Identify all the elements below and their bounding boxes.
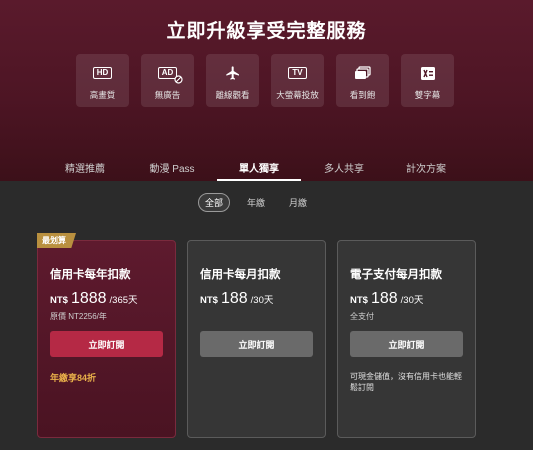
- active-tab-indicator: [217, 179, 301, 181]
- hero-title: 立即升級享受完整服務: [166, 21, 367, 42]
- feature-offline: 離線觀看: [206, 54, 259, 107]
- price-period: /365天: [109, 295, 138, 306]
- plan-description: 可現金儲值，沒有信用卡也能輕鬆訂閱: [350, 372, 462, 392]
- feature-label: 看到飽: [349, 90, 376, 100]
- feature-list: HD 高畫質 AD 無廣告 離線觀看 TV 大螢幕投放 看到飽 雙字幕: [76, 54, 460, 107]
- feature-label: 無廣告: [154, 90, 181, 100]
- tab-single-user[interactable]: 單人獨享: [239, 160, 279, 175]
- filter-monthly[interactable]: 月繳: [289, 193, 307, 212]
- airplane-icon: [225, 66, 239, 80]
- plan-card-yearly-credit: 信用卡每年扣款 NT$ 1888 /365天 原價 NT2256/年 立即訂閱 …: [37, 240, 176, 438]
- price-period: /30天: [250, 295, 274, 306]
- plan-title: 信用卡每年扣款: [50, 269, 131, 281]
- feature-label: 雙字幕: [414, 90, 441, 100]
- plan-price: NT$ 1888 /365天: [50, 290, 138, 308]
- block-icon: [174, 75, 183, 84]
- feature-label: 高畫質: [89, 90, 116, 100]
- price-currency: NT$: [50, 295, 68, 306]
- upgrade-hero: 立即升級享受完整服務 HD 高畫質 AD 無廣告 離線觀看 TV 大螢幕投放 看…: [0, 0, 533, 181]
- price-currency: NT$: [350, 295, 368, 306]
- price-amount: 188: [370, 290, 398, 307]
- feature-hd: HD 高畫質: [76, 54, 129, 107]
- discount-note: 年繳享84折: [50, 373, 97, 383]
- feature-dual-subtitle: 雙字幕: [401, 54, 454, 107]
- tab-pay-per-use[interactable]: 計次方案: [406, 160, 446, 175]
- plan-title: 電子支付每月扣款: [350, 269, 442, 281]
- price-amount: 188: [220, 290, 248, 307]
- payment-method: 全支付: [350, 312, 374, 321]
- price-amount: 1888: [70, 290, 107, 307]
- billing-period-filter: 全部 年繳 月繳: [0, 193, 533, 213]
- plan-card-monthly-epay: 電子支付每月扣款 NT$ 188 /30天 全支付 立即訂閱 可現金儲值，沒有信…: [337, 240, 476, 438]
- original-price: 原價 NT2256/年: [50, 312, 107, 321]
- subscribe-button[interactable]: 立即訂閱: [350, 331, 463, 357]
- price-currency: NT$: [200, 295, 218, 306]
- plan-card-monthly-credit: 信用卡每月扣款 NT$ 188 /30天 立即訂閱: [187, 240, 326, 438]
- hd-icon: HD: [92, 67, 113, 79]
- subscribe-button[interactable]: 立即訂閱: [50, 331, 163, 357]
- best-value-badge: 最划算: [37, 233, 76, 248]
- feature-binge: 看到飽: [336, 54, 389, 107]
- subscribe-button[interactable]: 立即訂閱: [200, 331, 313, 357]
- dual-subtitle-icon: [420, 66, 435, 80]
- price-period: /30天: [400, 295, 424, 306]
- filter-yearly[interactable]: 年繳: [247, 193, 265, 212]
- binge-icon: [355, 65, 371, 79]
- feature-label: 離線觀看: [215, 90, 250, 100]
- feature-label: 大螢幕投放: [276, 90, 319, 100]
- plan-price: NT$ 188 /30天: [350, 290, 423, 308]
- tab-multi-user[interactable]: 多人共享: [324, 160, 364, 175]
- tab-featured[interactable]: 精選推薦: [65, 160, 105, 175]
- plan-title: 信用卡每月扣款: [200, 269, 281, 281]
- tv-cast-icon: TV: [288, 67, 307, 79]
- plan-price: NT$ 188 /30天: [200, 290, 273, 308]
- plan-category-tabs: 精選推薦 動漫 Pass 單人獨享 多人共享 計次方案: [0, 155, 533, 181]
- tab-anime-pass[interactable]: 動漫 Pass: [149, 160, 194, 175]
- feature-tv-cast: TV 大螢幕投放: [271, 54, 324, 107]
- feature-no-ads: AD 無廣告: [141, 54, 194, 107]
- filter-all[interactable]: 全部: [198, 193, 230, 212]
